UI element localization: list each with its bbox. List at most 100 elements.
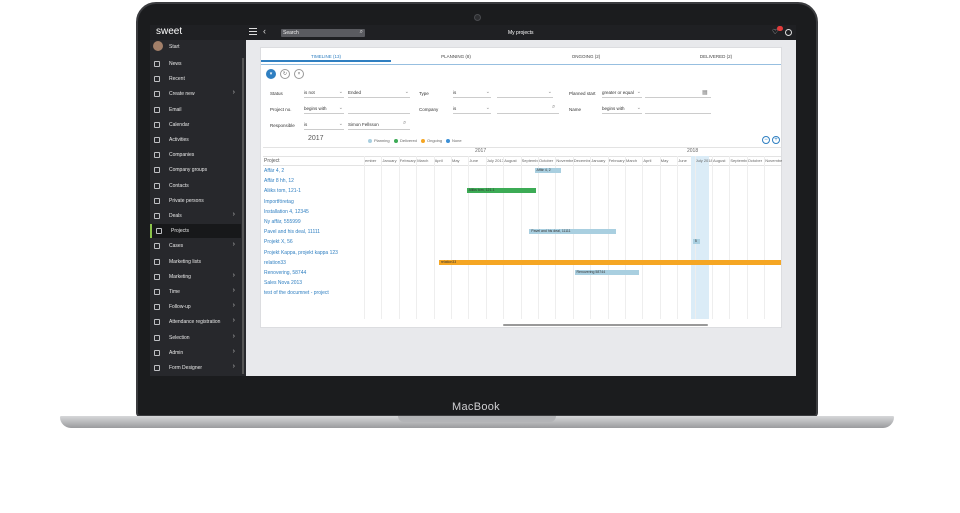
gantt-month-label: September <box>730 158 747 163</box>
sidebar-item-icon <box>154 304 160 311</box>
gantt-month-gridline <box>398 156 400 319</box>
project-link[interactable]: test of the documnet - project <box>264 290 329 296</box>
sidebar-item-icon <box>154 152 160 159</box>
type-label: Type <box>419 91 429 96</box>
chevron-right-icon: › <box>232 363 235 370</box>
planned-start-operator-value: greater or equal <box>602 90 634 95</box>
project-link[interactable]: Installation 4, 12345 <box>264 209 309 215</box>
chevron-down-icon: ⌄ <box>547 89 552 95</box>
zoom-in-icon[interactable]: + <box>772 136 780 144</box>
back-arrow-icon[interactable]: ‹ <box>263 26 266 36</box>
project-link[interactable]: Ny affär, 555999 <box>264 219 301 225</box>
project-link[interactable]: Sales Nova 2013 <box>264 280 302 286</box>
gantt-bar[interactable]: 5 <box>692 239 700 245</box>
chevron-down-icon: ⌄ <box>485 105 490 111</box>
tab-timeline[interactable]: TIMELINE (13) <box>261 52 391 62</box>
filter-icon[interactable]: ▾ <box>266 69 276 79</box>
tab-planning[interactable]: PLANNING (8) <box>391 52 521 62</box>
project-link[interactable]: relation33 <box>264 260 286 266</box>
gantt-horizontal-scrollbar[interactable] <box>503 324 708 326</box>
chevron-right-icon: › <box>232 332 235 340</box>
chat-icon[interactable] <box>785 29 792 36</box>
project-no-operator-select[interactable]: begins with ⌄ <box>304 105 344 114</box>
laptop-notch <box>398 416 556 422</box>
clear-filter-icon[interactable]: × <box>294 69 304 79</box>
search-icon[interactable]: ⌕ <box>552 104 555 111</box>
project-no-input[interactable] <box>348 106 410 114</box>
sidebar-item-icon <box>154 167 160 174</box>
sidebar-item-company-groups[interactable]: Company groups <box>150 163 241 177</box>
gantt-bar[interactable]: Affär 4, 2 <box>534 168 561 173</box>
sidebar-item-time[interactable]: Time › <box>150 285 241 299</box>
name-input[interactable] <box>645 106 711 114</box>
sidebar-item-email[interactable]: Email <box>150 103 241 117</box>
type-value-select[interactable]: ⌄ <box>497 89 553 98</box>
project-link[interactable]: Importföretag <box>264 199 294 205</box>
sidebar-item-marketing-lists[interactable]: Marketing lists <box>150 255 241 269</box>
sidebar-item-contacts[interactable]: Contacts <box>150 179 241 193</box>
project-link[interactable]: Renovering, 58744 <box>264 270 306 276</box>
sidebar-item-label: Create new <box>169 91 195 98</box>
sidebar-item-activities[interactable]: Activities <box>150 133 241 147</box>
search-box[interactable]: ⌕ <box>281 29 365 37</box>
gantt-month-label: September <box>521 158 539 163</box>
responsible-operator-select[interactable]: is ⌄ <box>304 121 344 130</box>
project-link[interactable]: Pavel and his deal, 11111 <box>264 229 320 235</box>
sidebar-item-private-persons[interactable]: Private persons <box>150 194 241 208</box>
gantt-month-gridline <box>712 156 713 319</box>
sidebar-item-calendar[interactable]: Calendar <box>150 118 241 132</box>
name-operator-select[interactable]: begins with ⌄ <box>602 105 642 114</box>
sidebar-item-projects[interactable]: Projects <box>150 224 241 239</box>
gantt-month-label: April <box>643 158 652 163</box>
company-operator-select[interactable]: is ⌄ <box>453 105 491 114</box>
gantt-bar[interactable]: Aliiks tom, 121-1 <box>466 188 537 194</box>
sidebar-item-marketing[interactable]: Marketing › <box>150 270 241 284</box>
search-icon[interactable]: ⌕ <box>360 29 363 36</box>
sidebar-item-label: Activities <box>169 137 189 143</box>
sidebar-item-cases[interactable]: Cases › <box>150 239 241 253</box>
gantt-bar[interactable]: relation33 <box>438 259 781 265</box>
status-value-select[interactable]: Ended ⌄ <box>348 89 410 98</box>
chevron-right-icon: › <box>232 302 235 310</box>
sidebar-item-admin[interactable]: Admin › <box>150 346 241 360</box>
sidebar-item-create-new[interactable]: Create new › <box>150 87 241 101</box>
company-input[interactable] <box>497 106 559 114</box>
zoom-out-icon[interactable]: − <box>762 136 770 144</box>
hamburger-menu-icon[interactable] <box>249 28 257 35</box>
gantt-month-gridline <box>607 156 609 319</box>
sidebar-item-deals[interactable]: Deals › <box>150 209 241 223</box>
project-link[interactable]: Affär 4, 2 <box>264 168 284 174</box>
app-logo: sweet <box>156 26 183 37</box>
project-link[interactable]: Aliiks tom, 121-1 <box>264 188 301 194</box>
sidebar-item-news[interactable]: News <box>150 57 241 71</box>
project-link[interactable]: Projekt X, 56 <box>264 239 293 245</box>
responsible-input[interactable]: Simon Fellsson <box>348 122 410 130</box>
sidebar-item-icon <box>154 243 160 250</box>
refresh-filter-icon[interactable]: ↻ <box>280 69 290 79</box>
gantt-month-label: February <box>399 158 416 163</box>
calendar-icon[interactable]: ▦ <box>702 89 708 96</box>
gantt-divider <box>263 147 781 148</box>
sidebar-scrollbar[interactable] <box>242 58 244 374</box>
sidebar-item-form-designer[interactable]: Form Designer › <box>150 361 241 375</box>
sidebar-item-selection[interactable]: Selection › <box>150 331 241 345</box>
type-operator-select[interactable]: is ⌄ <box>453 89 491 98</box>
sidebar-item-recent[interactable]: Recent <box>150 72 241 86</box>
chevron-down-icon: ⌄ <box>338 121 343 127</box>
sidebar-user[interactable]: Start <box>150 40 241 54</box>
planned-start-operator-select[interactable]: greater or equal ⌄ <box>602 89 642 98</box>
tab-ongoing[interactable]: ONGOING (2) <box>521 52 651 62</box>
gantt-year-label: 2018 <box>687 148 699 154</box>
sidebar-item-icon <box>154 334 160 341</box>
sidebar-item-attendance-registration[interactable]: Attendance registration › <box>150 315 241 329</box>
gantt-bar[interactable]: Pavel and his deal, 11111 <box>529 229 617 235</box>
sidebar-item-companies[interactable]: Companies <box>150 148 241 162</box>
sidebar-item-follow-up[interactable]: Follow-up › <box>150 300 241 314</box>
search-input[interactable] <box>283 29 353 37</box>
project-link[interactable]: Projekt Kappa, projekt kappa 123 <box>264 250 338 256</box>
gantt-bar[interactable]: Renovering 58744 <box>574 270 639 275</box>
search-icon[interactable]: ⌕ <box>403 120 406 127</box>
status-operator-select[interactable]: is not ⌄ <box>304 89 344 98</box>
tab-delivered[interactable]: DELIVERED (2) <box>651 52 781 62</box>
project-link[interactable]: Affär 8 hh, 12 <box>264 178 294 184</box>
